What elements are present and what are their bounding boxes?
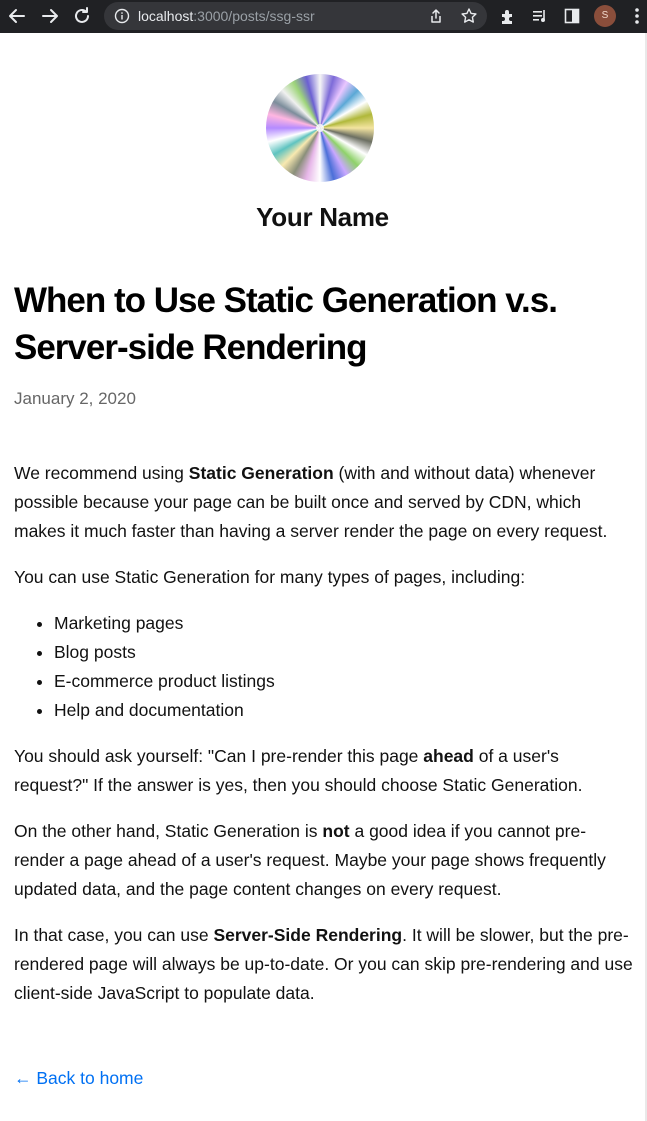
paragraph-2: You can use Static Generation for many t… xyxy=(14,567,526,587)
post-body: We recommend using Static Generation (wi… xyxy=(14,459,636,1025)
url-text[interactable]: localhost:3000/posts/ssg-ssr xyxy=(138,8,315,24)
list-item: Blog posts xyxy=(54,638,636,667)
list-item: E-commerce product listings xyxy=(54,667,636,696)
paragraph-1: We recommend using Static Generation (wi… xyxy=(14,459,636,546)
text: On the other hand, Static Generation is xyxy=(14,821,323,841)
text: You should ask yourself: "Can I pre-rend… xyxy=(14,746,424,766)
bold-text: Server-Side Rendering xyxy=(213,925,403,945)
text: We recommend using xyxy=(14,463,189,483)
site-info-icon[interactable] xyxy=(114,8,130,24)
profile-avatar[interactable]: S xyxy=(594,5,616,27)
profile-image xyxy=(266,74,374,182)
post-date: January 2, 2020 xyxy=(14,389,136,408)
extensions-puzzle-icon[interactable] xyxy=(498,6,518,26)
back-to-home-link[interactable]: ← Back to home xyxy=(14,1066,143,1090)
paragraph-4: On the other hand, Static Generation is … xyxy=(14,817,636,904)
paragraph-5: In that case, you can use Server-Side Re… xyxy=(14,921,636,1008)
post-title: When to Use Static Generation v.s. Serve… xyxy=(14,281,558,367)
text: In that case, you can use xyxy=(14,925,214,945)
menu-kebab-icon[interactable] xyxy=(627,6,647,26)
share-icon[interactable] xyxy=(428,8,444,29)
list-item: Marketing pages xyxy=(54,609,636,638)
bold-text: ahead xyxy=(423,746,474,766)
bookmark-star-icon[interactable] xyxy=(460,7,478,30)
back-arrow-icon[interactable] xyxy=(6,5,28,27)
address-bar[interactable]: localhost:3000/posts/ssg-ssr xyxy=(104,2,487,30)
media-queue-icon[interactable] xyxy=(530,6,550,26)
list-item: Help and documentation xyxy=(54,696,636,725)
url-host: localhost xyxy=(138,8,194,24)
browser-toolbar: localhost:3000/posts/ssg-ssr S xyxy=(0,0,647,33)
paragraph-3: You should ask yourself: "Can I pre-rend… xyxy=(14,742,636,800)
url-path: :3000/posts/ssg-ssr xyxy=(193,8,315,24)
bold-text: Static Generation xyxy=(188,463,334,483)
side-panel-icon[interactable] xyxy=(562,6,582,26)
page-types-list: Marketing pages Blog posts E-commerce pr… xyxy=(54,609,636,725)
bold-text: not xyxy=(322,821,350,841)
forward-arrow-icon[interactable] xyxy=(39,5,61,27)
reload-icon[interactable] xyxy=(71,5,93,27)
author-name: Your Name xyxy=(256,202,389,232)
